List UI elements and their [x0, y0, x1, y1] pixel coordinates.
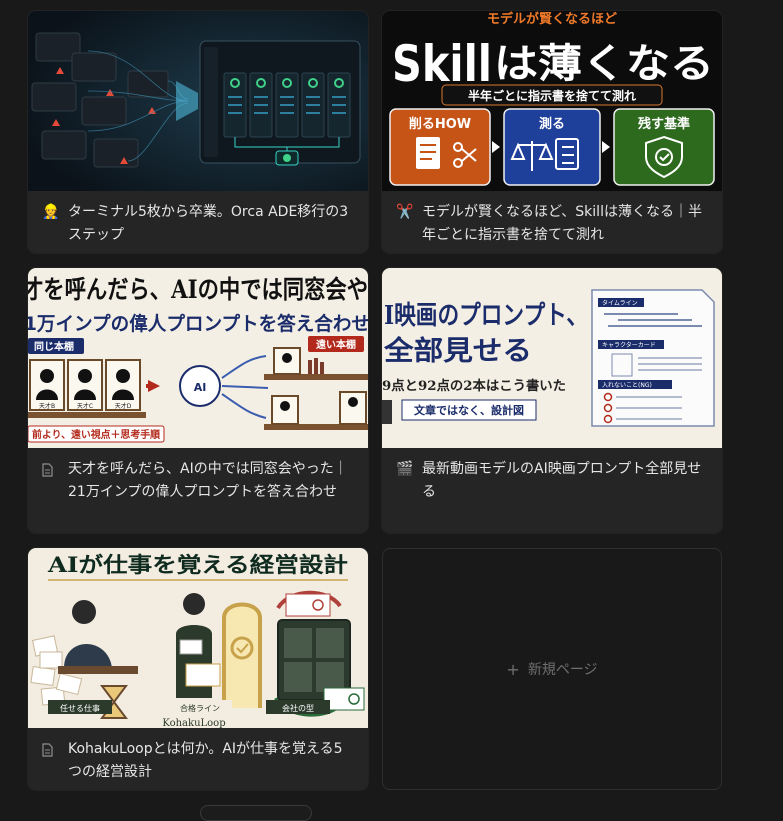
thumb-line3: 9点と92点の2本はこう書いた — [382, 378, 566, 394]
card-title: 最新動画モデルのAI映画プロンプト全部見せる — [422, 461, 702, 500]
clapper-icon: 🎬 — [396, 461, 414, 477]
scissors-icon: ✂️ — [396, 204, 414, 220]
thumb-subline: 半年ごとに指示書を捨てて測れ — [468, 88, 636, 103]
new-page-button[interactable]: + 新規ページ — [382, 548, 722, 790]
card-cover-image: モデルが賢くなるほど Skill は薄くなる 半年ごとに指示書を捨てて測れ 削る… — [382, 11, 722, 191]
thumb-headline-a: Skill — [392, 35, 492, 93]
plus-icon: + — [506, 659, 520, 679]
thumb-box1: 削るHOW — [409, 116, 471, 132]
thumb-line2: 1万インプの偉人プロンプトを答え合わせ — [28, 312, 368, 335]
thumb-line2: 全部見せる — [383, 335, 532, 367]
kohakuloop-illustration: AIが仕事を覚える経営設計 任せる仕事 合格ライン 会社の型 KohakuLoo… — [28, 548, 368, 728]
thumb-box3: 残す基準 — [638, 116, 690, 132]
gallery-card-skill[interactable]: モデルが賢くなるほど Skill は薄くなる 半年ごとに指示書を捨てて測れ 削る… — [382, 11, 722, 253]
document-icon — [42, 458, 62, 481]
card-title: ターミナル5枚から卒業。Orca ADE移行の3ステップ — [68, 204, 349, 243]
thumb-label-b: 天才C — [77, 402, 93, 410]
card-title: 天才を呼んだら、AIの中では同窓会やった｜21万インプの偉人プロンプトを答え合わ… — [68, 461, 348, 500]
thumb-bottom: 前より、遠い視点＋思考手順 — [32, 428, 161, 441]
card-cover-image: AIが仕事を覚える経営設計 任せる仕事 合格ライン 会社の型 KohakuLoo… — [28, 548, 368, 728]
thumb-tag-right: 遠い本棚 — [316, 338, 356, 351]
thumb-label-c: 天才D — [115, 402, 132, 410]
thumb-top-text: モデルが賢くなるほど — [487, 11, 617, 27]
thumb-line1: I映画のプロンプト、 — [384, 301, 588, 331]
gallery-card-genius[interactable]: 才を呼んだら、AIの中では同窓会や 1万インプの偉人プロンプトを答え合わせ 同じ… — [28, 268, 368, 533]
thumb-headline-b: は薄くなる — [494, 41, 714, 87]
skill-thin-illustration: モデルが賢くなるほど Skill は薄くなる 半年ごとに指示書を捨てて測れ 削る… — [382, 11, 722, 191]
thumb-line1: 才を呼んだら、AIの中では同窓会や — [28, 275, 368, 304]
thumb-label-a: 天才B — [39, 402, 55, 410]
thumb-headline: AIが仕事を覚える経営設計 — [47, 552, 348, 577]
thumb-tag: 文章ではなく、設計図 — [414, 403, 524, 417]
document-icon — [42, 738, 62, 761]
card-title: KohakuLoopとは何か。AIが仕事を覚える5つの経営設計 — [68, 741, 343, 780]
thumb-box2: 測る — [539, 116, 565, 132]
thumb-ai: AI — [194, 381, 207, 394]
terminal-dashboard-illustration — [28, 11, 368, 191]
card-cover-image: I映画のプロンプト、 全部見せる 9点と92点の2本はこう書いた 文章ではなく、… — [382, 268, 722, 448]
new-page-label: 新規ページ — [527, 662, 598, 678]
thumb-label2: 合格ライン — [180, 703, 220, 713]
ai-movie-prompt-illustration: I映画のプロンプト、 全部見せる 9点と92点の2本はこう書いた 文章ではなく、… — [382, 268, 722, 448]
genius-bookshelf-illustration: 才を呼んだら、AIの中では同窓会や 1万インプの偉人プロンプトを答え合わせ 同じ… — [28, 268, 368, 448]
bottom-pill-control[interactable] — [200, 805, 312, 821]
gallery-card-ai-movie[interactable]: I映画のプロンプト、 全部見せる 9点と92点の2本はこう書いた 文章ではなく、… — [382, 268, 722, 533]
construction-worker-icon: 👷 — [42, 204, 60, 220]
thumb-doc-label2: キャラクターカード — [602, 341, 656, 349]
gallery-card-orca[interactable]: 👷 ターミナル5枚から卒業。Orca ADE移行の3ステップ — [28, 11, 368, 253]
thumb-doc-label1: タイムライン — [602, 299, 638, 307]
thumb-label1: 任せる仕事 — [60, 703, 100, 713]
card-cover-image — [28, 11, 368, 191]
thumb-tag-left: 同じ本棚 — [34, 340, 74, 353]
thumb-brand: KohakuLoop — [162, 718, 225, 728]
gallery-card-kohakuloop[interactable]: AIが仕事を覚える経営設計 任せる仕事 合格ライン 会社の型 KohakuLoo… — [28, 548, 368, 790]
gallery-grid: 👷 ターミナル5枚から卒業。Orca ADE移行の3ステップ モデルが賢くなるほ… — [28, 11, 722, 790]
card-cover-image: 才を呼んだら、AIの中では同窓会や 1万インプの偉人プロンプトを答え合わせ 同じ… — [28, 268, 368, 448]
card-title: モデルが賢くなるほど、Skillは薄くなる｜半年ごとに指示書を捨てて測れ — [422, 204, 702, 243]
thumb-label3: 会社の型 — [282, 703, 314, 713]
thumb-doc-label3: 入れないこと(NG) — [602, 382, 652, 389]
